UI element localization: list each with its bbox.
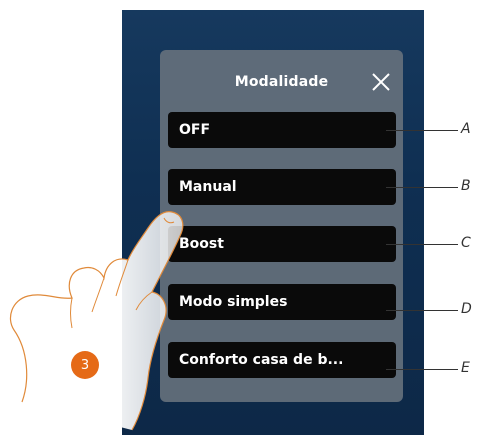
instruction-illustration: Modalidade OFF Manual Boost Modo simples… <box>0 0 479 435</box>
step-number-badge: 3 <box>71 351 99 379</box>
